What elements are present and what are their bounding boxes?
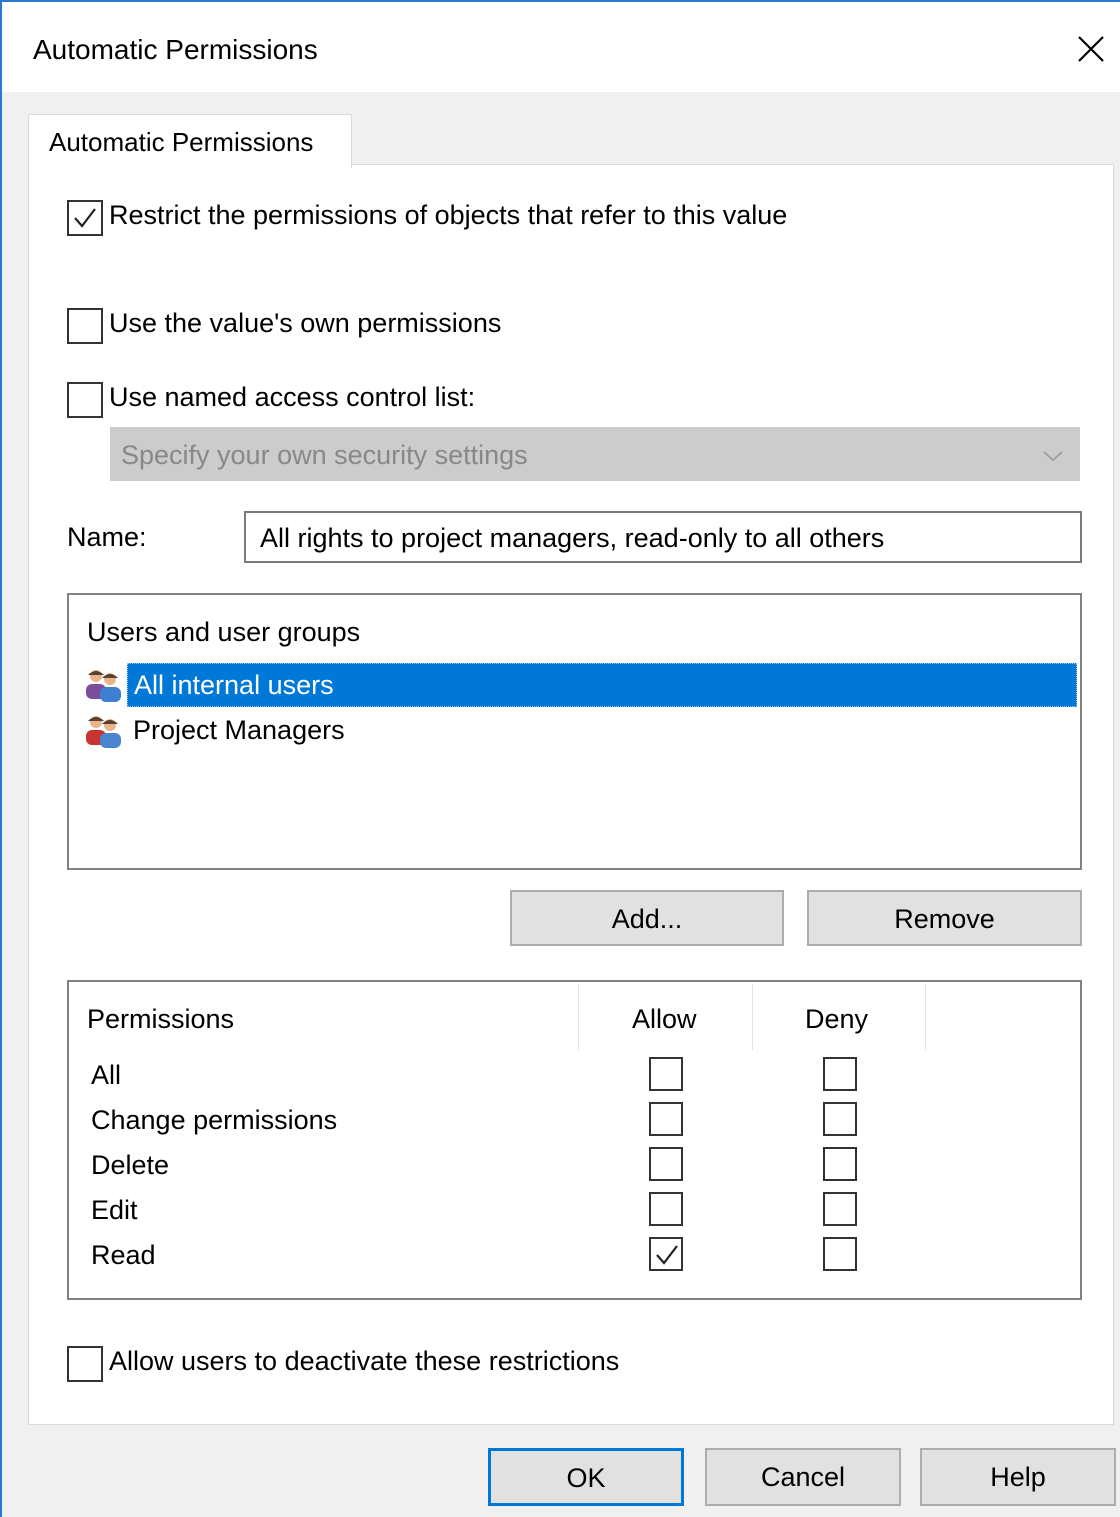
own-permissions-label[interactable]: Use the value's own permissions — [109, 308, 501, 339]
deny-checkbox[interactable] — [823, 1057, 857, 1091]
window-title: Automatic Permissions — [33, 34, 318, 65]
permission-name: Delete — [91, 1150, 170, 1180]
permission-name: Change permissions — [91, 1105, 338, 1135]
dropdown-value: Specify your own security settings — [121, 440, 528, 470]
list-item[interactable]: Project Managers — [83, 709, 1079, 753]
deactivate-checkbox[interactable] — [67, 1346, 103, 1382]
remove-button[interactable]: Remove — [807, 890, 1082, 946]
restrict-label[interactable]: Restrict the permissions of objects that… — [109, 200, 787, 231]
ok-button[interactable]: OK — [488, 1448, 684, 1506]
named-acl-label[interactable]: Use named access control list: — [109, 382, 475, 413]
help-button[interactable]: Help — [920, 1448, 1116, 1506]
add-button[interactable]: Add... — [510, 890, 784, 946]
permissions-list[interactable]: Permissions Allow Deny All Change permis… — [67, 980, 1082, 1300]
allow-checkbox[interactable] — [649, 1102, 683, 1136]
cancel-button[interactable]: Cancel — [705, 1448, 901, 1506]
allow-checkbox[interactable] — [649, 1147, 683, 1181]
permission-name: All — [91, 1060, 122, 1090]
deny-checkbox[interactable] — [823, 1192, 857, 1226]
close-icon — [1078, 36, 1104, 62]
column-divider — [752, 984, 753, 1050]
list-item-label: All internal users — [127, 663, 1077, 707]
cancel-button-label: Cancel — [760, 1462, 846, 1492]
own-permissions-checkbox[interactable] — [67, 308, 103, 344]
checkmark-icon — [656, 1245, 678, 1265]
deny-checkbox[interactable] — [823, 1237, 857, 1271]
deny-checkbox[interactable] — [823, 1147, 857, 1181]
chevron-down-icon — [1043, 451, 1063, 462]
deactivate-label[interactable]: Allow users to deactivate these restrict… — [109, 1346, 619, 1377]
title-bar: Automatic Permissions — [2, 2, 1120, 92]
tab-automatic-permissions[interactable]: Automatic Permissions — [28, 114, 352, 168]
users-list[interactable]: Users and user groups All internal users — [67, 593, 1082, 870]
close-button[interactable] — [1066, 24, 1116, 74]
named-acl-dropdown[interactable]: Specify your own security settings — [110, 427, 1080, 481]
column-divider — [578, 984, 579, 1050]
allow-checkbox[interactable] — [649, 1192, 683, 1226]
name-value: All rights to project managers, read-onl… — [260, 523, 885, 553]
permission-name: Edit — [91, 1195, 138, 1225]
ok-button-label: OK — [566, 1463, 606, 1493]
allow-checkbox[interactable] — [649, 1057, 683, 1091]
deny-checkbox[interactable] — [823, 1102, 857, 1136]
permissions-header: Permissions — [87, 1004, 235, 1034]
users-group-red-icon — [86, 716, 121, 748]
allow-header: Allow — [632, 1004, 697, 1034]
deny-header: Deny — [805, 1004, 869, 1034]
add-button-label: Add... — [611, 904, 683, 934]
name-label: Name: — [67, 522, 147, 552]
list-item[interactable]: All internal users — [83, 663, 1079, 707]
help-button-label: Help — [990, 1462, 1046, 1492]
restrict-checkbox[interactable] — [67, 200, 103, 236]
users-list-header: Users and user groups — [87, 617, 361, 647]
allow-checkbox[interactable] — [649, 1237, 683, 1271]
permission-name: Read — [91, 1240, 156, 1270]
users-group-blue-icon — [86, 670, 121, 702]
remove-button-label: Remove — [894, 904, 995, 934]
named-acl-checkbox[interactable] — [67, 382, 103, 418]
name-field[interactable]: All rights to project managers, read-onl… — [244, 511, 1082, 563]
column-divider — [925, 984, 926, 1050]
tab-label: Automatic Permissions — [49, 127, 314, 157]
list-item-label: Project Managers — [133, 715, 345, 745]
checkmark-icon — [74, 208, 96, 228]
dialog-window: Automatic Permissions Automatic Permissi… — [0, 0, 1120, 1517]
